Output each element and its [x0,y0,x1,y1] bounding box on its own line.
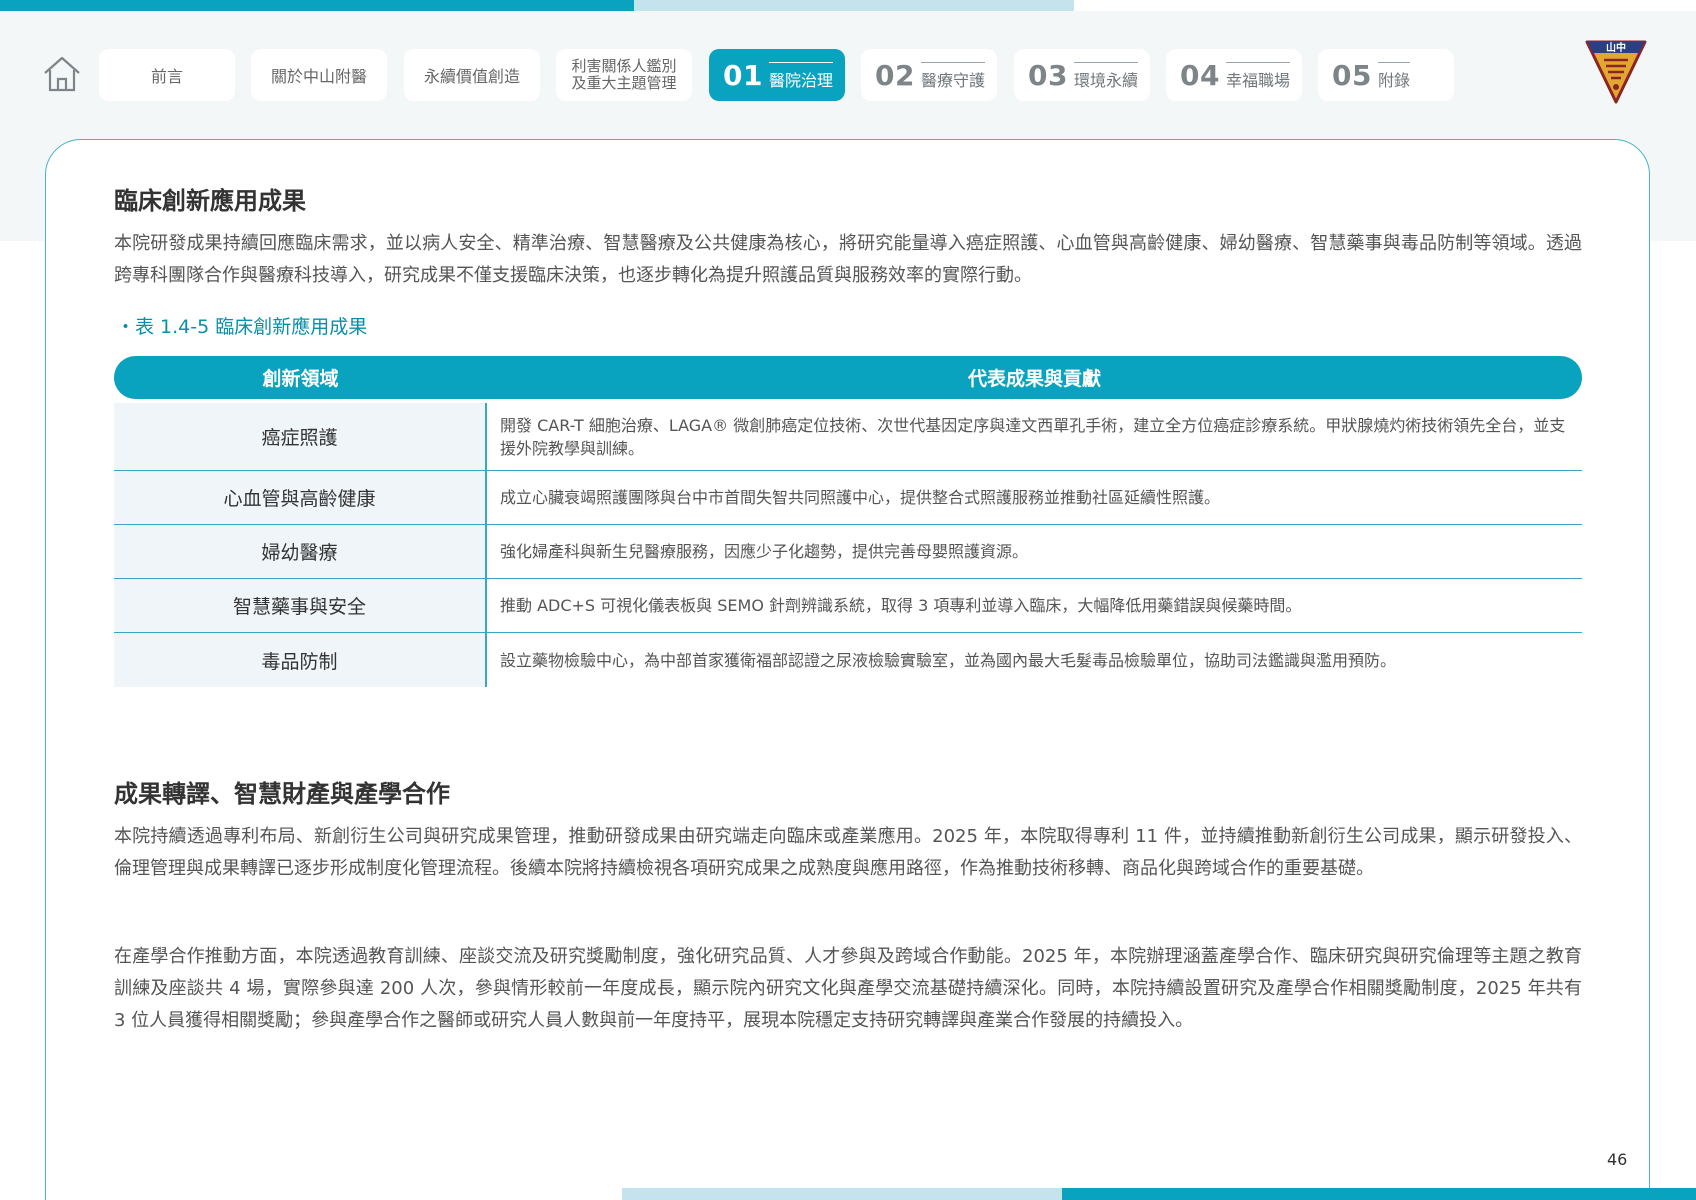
nav-tab-stakeholders[interactable]: 利害關係人鑑別 及重大主題管理 [556,49,692,101]
table-header-field: 創新領域 [262,368,339,390]
table-row: 婦幼醫療 強化婦產科與新生兒醫療服務，因應少子化趨勢，提供完善母嬰照護資源。 [114,525,1582,579]
nav-tab-chapter-03[interactable]: 03 環境永續 [1014,49,1150,101]
table-header: 創新領域 代表成果與貢獻 [114,356,1582,399]
bottom-accent-bar-light [622,1188,1062,1200]
nav-tab-preface[interactable]: 前言 [99,49,235,101]
svg-text:山中: 山中 [1606,41,1626,54]
home-icon[interactable] [42,54,82,94]
table-header-result: 代表成果與貢獻 [967,368,1101,390]
table-row: 毒品防制 設立藥物檢驗中心，為中部首家獲衛福部認證之尿液檢驗實驗室，並為國內最大… [114,633,1582,687]
nav-tab-about[interactable]: 關於中山附醫 [251,49,387,101]
research-translation-paragraph-2: 在產學合作推動方面，本院透過教育訓練、座談交流及研究獎勵制度，強化研究品質、人才… [114,946,1582,1031]
table-row: 智慧藥事與安全 推動 ADC+S 可視化儀表板與 SEMO 針劑辨識系統，取得 … [114,579,1582,633]
top-accent-bar [0,0,634,11]
section-title-research-translation: 成果轉譯、智慧財產與產學合作 [114,780,450,808]
table-row: 癌症照護 開發 CAR-T 細胞治療、LAGA® 微創肺癌定位技術、次世代基因定… [114,403,1582,471]
table-cell-field: 心血管與高齡健康 [114,471,487,524]
table-row: 心血管與高齡健康 成立心臟衰竭照護團隊與台中市首間失智共同照護中心，提供整合式照… [114,471,1582,525]
clinical-innovation-paragraph: 本院研發成果持續回應臨床需求，並以病人安全、精準治療、智慧醫療及公共健康為核心，… [114,233,1582,286]
bottom-accent-bar [1062,1188,1696,1200]
nav-tab-sustainable-value[interactable]: 永續價值創造 [404,49,540,101]
clinical-innovation-table: 創新領域 代表成果與貢獻 癌症照護 開發 CAR-T 細胞治療、LAGA® 微創… [114,356,1582,687]
research-translation-paragraph-1: 本院持續透過專利布局、新創衍生公司與研究成果管理，推動研發成果由研究端走向臨床或… [114,826,1582,879]
table-cell-field: 婦幼醫療 [114,525,487,578]
nav-tab-chapter-05[interactable]: 05 附錄 [1318,49,1454,101]
page-number: 46 [1607,1150,1628,1169]
nav-tab-chapter-01[interactable]: 01 醫院治理 [709,49,845,101]
hospital-logo: 山中 [1585,40,1647,104]
nav-tab-chapter-02[interactable]: 02 醫療守護 [861,49,997,101]
table-cell-result: 強化婦產科與新生兒醫療服務，因應少子化趨勢，提供完善母嬰照護資源。 [500,542,1029,561]
table-cell-field: 智慧藥事與安全 [114,579,487,632]
table-cell-field: 癌症照護 [114,403,487,470]
table-cell-field: 毒品防制 [114,633,487,687]
table-cell-result: 成立心臟衰竭照護團隊與台中市首間失智共同照護中心，提供整合式照護服務並推動社區延… [500,488,1221,507]
table-cell-result: 設立藥物檢驗中心，為中部首家獲衛福部認證之尿液檢驗實驗室，並為國內最大毛髮毒品檢… [500,650,1397,670]
top-accent-bar-light [634,0,1074,11]
nav-tab-chapter-04[interactable]: 04 幸福職場 [1166,49,1302,101]
section-title-clinical-innovation: 臨床創新應用成果 [114,187,306,215]
table-cell-result: 開發 CAR-T 細胞治療、LAGA® 微創肺癌定位技術、次世代基因定序與達文西… [500,415,1566,458]
table-caption: ・表 1.4-5 臨床創新應用成果 [116,316,368,338]
table-cell-result: 推動 ADC+S 可視化儀表板與 SEMO 針劑辨識系統，取得 3 項專利並導入… [500,596,1302,615]
